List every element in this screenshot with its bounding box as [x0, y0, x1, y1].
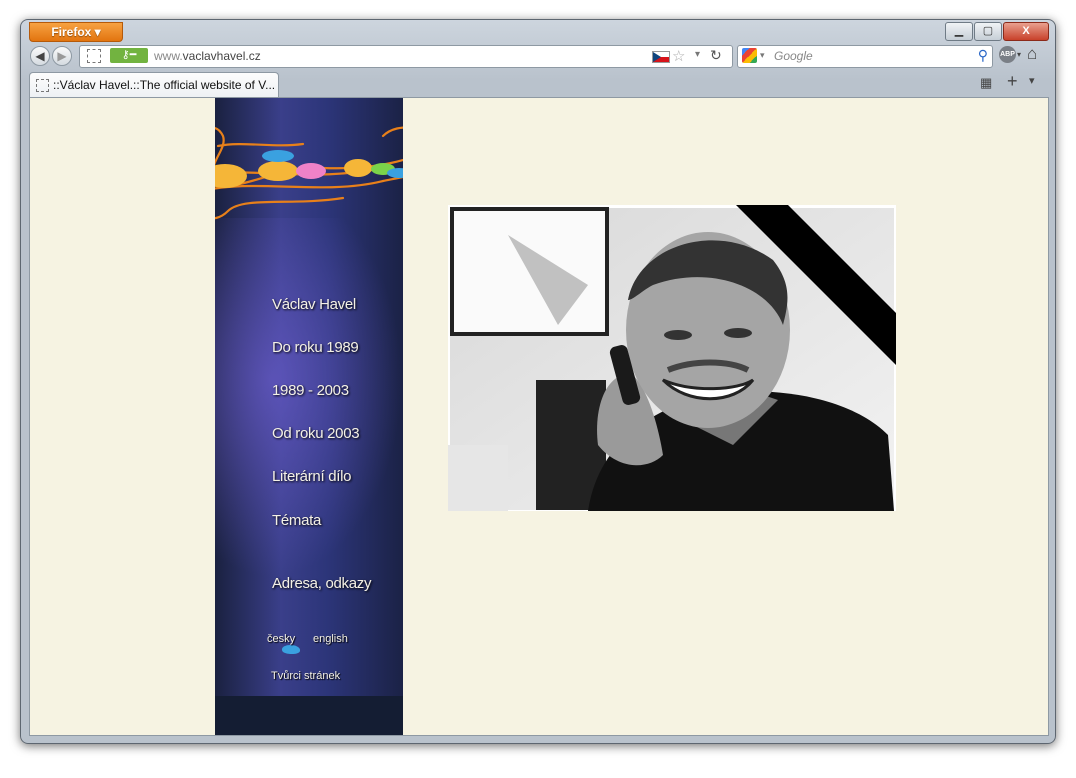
search-engine-dropdown-icon[interactable]: ▾ [760, 50, 765, 61]
close-button[interactable]: X [1003, 22, 1049, 41]
search-bar[interactable]: ▾ Google ⚲ [737, 45, 993, 68]
adblock-icon[interactable]: ABP [999, 46, 1016, 63]
tab-favicon-icon [36, 79, 49, 92]
menu-item-do-roku-1989[interactable]: Do roku 1989 [272, 339, 359, 356]
url-history-dropdown-icon[interactable]: ▾ [695, 49, 700, 60]
navigation-toolbar: ◀ ▶ ⚷━ www.vaclavhavel.cz ☆ ▾ ↻ ▾ Google… [27, 44, 1047, 68]
maximize-button[interactable]: ▢ [974, 22, 1002, 41]
sidebar-footer [215, 696, 403, 735]
site-logo-scribble[interactable] [215, 106, 403, 236]
tab-vaclavhavel[interactable]: ::Václav Havel.::The official website of… [29, 72, 279, 97]
url-domain: vaclavhavel.cz [182, 49, 261, 63]
google-icon[interactable] [742, 48, 757, 63]
page-content: Václav Havel Do roku 1989 1989 - 2003 Od… [29, 97, 1049, 736]
menu-item-vaclav-havel[interactable]: Václav Havel [272, 296, 356, 313]
site-identity-icon[interactable] [87, 49, 101, 63]
menu-item-1989-2003[interactable]: 1989 - 2003 [272, 382, 349, 399]
firefox-menu-button[interactable]: Firefox ▾ [29, 22, 123, 42]
firefox-menu-label: Firefox [51, 25, 92, 39]
navigation-sidebar: Václav Havel Do roku 1989 1989 - 2003 Od… [215, 98, 403, 735]
credits-link[interactable]: Tvůrci stránek [271, 670, 340, 682]
search-icon[interactable]: ⚲ [978, 47, 988, 64]
menu-item-od-roku-2003[interactable]: Od roku 2003 [272, 425, 360, 442]
tab-strip: ::Václav Havel.::The official website of… [27, 71, 1047, 97]
home-icon[interactable]: ⌂ [1027, 44, 1037, 64]
list-all-tabs-icon[interactable]: ▾ [1029, 74, 1035, 87]
language-english-link[interactable]: english [313, 633, 348, 645]
new-tab-icon[interactable]: + [1007, 71, 1018, 92]
language-czech-link[interactable]: česky [267, 633, 295, 645]
url-text[interactable]: www.vaclavhavel.cz [154, 49, 261, 63]
browser-window: Firefox ▾ ▁ ▢ X ◀ ▶ ⚷━ www.vaclavhavel.c… [20, 19, 1056, 744]
url-prefix: www. [154, 49, 183, 63]
bookmark-star-icon[interactable]: ☆ [672, 47, 685, 65]
back-button[interactable]: ◀ [30, 46, 50, 66]
menu-item-temata[interactable]: Témata [272, 512, 321, 529]
czech-flag-icon [652, 51, 670, 63]
forward-button[interactable]: ▶ [52, 46, 72, 66]
minimize-button[interactable]: ▁ [945, 22, 973, 41]
back-icon: ◀ [35, 49, 45, 63]
address-bar[interactable]: ⚷━ www.vaclavhavel.cz ☆ ▾ ↻ [79, 45, 733, 68]
menu-item-literarni-dilo[interactable]: Literární dílo [272, 468, 351, 485]
forward-icon: ▶ [57, 49, 67, 63]
search-input[interactable]: Google [774, 49, 813, 63]
adblock-dropdown-icon[interactable]: ▾ [1017, 50, 1021, 59]
menu-item-adresa-odkazy[interactable]: Adresa, odkazy [272, 575, 372, 592]
tab-title: ::Václav Havel.::The official website of… [53, 78, 275, 92]
reload-icon[interactable]: ↻ [710, 47, 722, 64]
portrait-photo [448, 205, 896, 511]
tab-groups-icon[interactable]: ▦ [980, 75, 992, 91]
key-icon[interactable]: ⚷━ [110, 48, 148, 63]
language-marker-icon [282, 645, 300, 654]
window-controls: ▁ ▢ X [944, 22, 1049, 41]
